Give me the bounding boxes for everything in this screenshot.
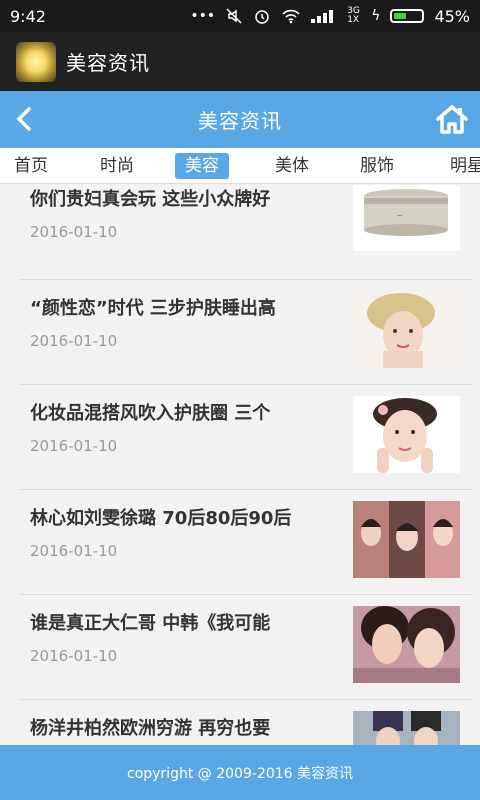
battery-icon	[390, 9, 425, 23]
app-title: 美容资讯	[66, 51, 150, 75]
article-date: 2016-01-10	[30, 542, 118, 560]
two-men-image	[353, 711, 460, 745]
article-date: 2016-01-10	[30, 223, 118, 241]
status-bar: 9:42 ••• 3G 1X ϟ 45%	[0, 0, 480, 32]
article-date: 2016-01-10	[30, 332, 118, 350]
footer: copyright @ 2009-2016 美容资讯	[0, 745, 480, 800]
charging-icon: ϟ	[371, 8, 381, 24]
chevron-left-icon[interactable]	[12, 105, 36, 133]
tab-clothing[interactable]: 服饰	[350, 153, 404, 179]
tab-celebrity[interactable]: 明星	[440, 153, 480, 179]
article-list: 你们贵妇真会玩 这些小众牌好 2016-01-10 ~ “颜性恋”时代 三步护肤…	[0, 185, 480, 745]
list-item[interactable]: 谁是真正大仁哥 中韩《我可能 2016-01-10	[20, 595, 472, 700]
home-icon[interactable]	[434, 103, 470, 135]
woman-hands-face-image	[353, 396, 460, 473]
mute-icon	[226, 8, 242, 24]
article-title: 林心如刘雯徐璐 70后80后90后	[30, 508, 292, 529]
page-title: 美容资讯	[198, 109, 282, 133]
list-item[interactable]: 杨洋井柏然欧洲穷游 再穷也要	[20, 700, 472, 745]
network-label: 3G 1X	[347, 6, 360, 25]
signal-icon	[311, 10, 334, 23]
article-title: “颜性恋”时代 三步护肤睡出高	[30, 298, 276, 319]
app-bar: 美容资讯	[0, 32, 480, 91]
cream-jar-image: ~	[353, 185, 460, 251]
tab-body[interactable]: 美体	[265, 153, 319, 179]
article-title: 你们贵妇真会玩 这些小众牌好	[30, 189, 271, 210]
woman-curly-hair-image	[353, 291, 460, 368]
article-title: 谁是真正大仁哥 中韩《我可能	[30, 613, 271, 634]
battery-percent: 45%	[434, 6, 470, 26]
article-title: 化妆品混搭风吹入护肤圈 三个	[30, 403, 271, 424]
wifi-icon	[282, 9, 300, 24]
app-logo	[16, 41, 56, 82]
tab-home[interactable]: 首页	[4, 153, 58, 179]
more-dots-icon: •••	[190, 8, 216, 24]
list-item[interactable]: 你们贵妇真会玩 这些小众牌好 2016-01-10 ~	[20, 185, 472, 280]
list-item[interactable]: “颜性恋”时代 三步护肤睡出高 2016-01-10	[20, 280, 472, 385]
list-item[interactable]: 林心如刘雯徐璐 70后80后90后 2016-01-10	[20, 490, 472, 595]
two-women-selfie-image	[353, 606, 460, 683]
article-title: 杨洋井柏然欧洲穷游 再穷也要	[30, 718, 271, 739]
category-tabs: 首页 时尚 美容 美体 服饰 明星	[0, 148, 480, 184]
three-women-image	[353, 501, 460, 578]
tab-beauty[interactable]: 美容	[175, 153, 229, 179]
article-date: 2016-01-10	[30, 437, 118, 455]
svg-text:~: ~	[397, 212, 403, 220]
copyright-text: copyright @ 2009-2016 美容资讯	[127, 765, 353, 782]
tab-fashion[interactable]: 时尚	[90, 153, 144, 179]
list-item[interactable]: 化妆品混搭风吹入护肤圈 三个 2016-01-10	[20, 385, 472, 490]
status-icons: ••• 3G 1X ϟ 45%	[190, 7, 470, 26]
nav-bar: 美容资讯	[0, 91, 480, 148]
article-date: 2016-01-10	[30, 647, 118, 665]
status-time: 9:42	[10, 6, 46, 26]
alarm-icon	[255, 10, 269, 24]
